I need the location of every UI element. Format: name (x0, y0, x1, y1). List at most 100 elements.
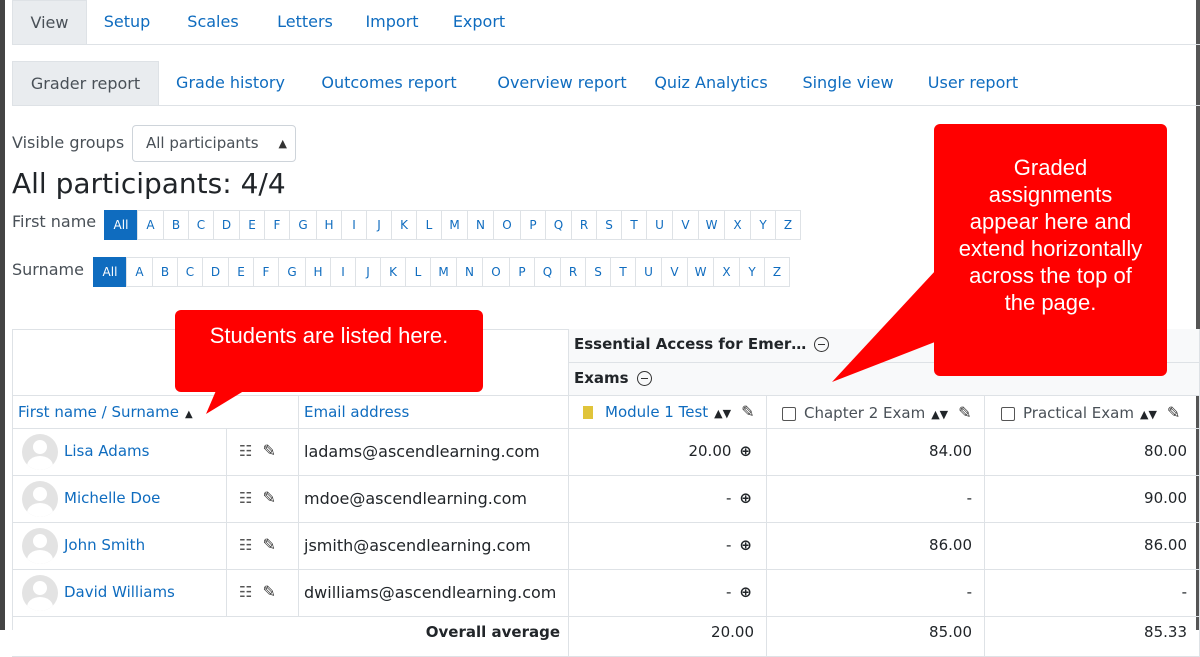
firstname-initial-h[interactable]: H (316, 210, 342, 240)
tab-quiz-analytics[interactable]: Quiz Analytics (648, 61, 774, 105)
firstname-initial-u[interactable]: U (646, 210, 673, 240)
tab-overview-report[interactable]: Overview report (484, 61, 640, 105)
firstname-initial-g[interactable]: G (289, 210, 317, 240)
student-name-link[interactable]: David Williams (64, 583, 175, 601)
firstname-initial-x[interactable]: X (724, 210, 751, 240)
surname-initial-a[interactable]: A (126, 257, 153, 287)
firstname-initial-o[interactable]: O (493, 210, 521, 240)
sort-icon[interactable]: ▲▼ (714, 407, 731, 420)
grade-cell[interactable]: - (767, 570, 985, 617)
surname-initial-m[interactable]: M (430, 257, 457, 287)
firstname-initial-r[interactable]: R (571, 210, 597, 240)
surname-initial-h[interactable]: H (305, 257, 331, 287)
surname-initial-k[interactable]: K (380, 257, 406, 287)
firstname-initial-z[interactable]: Z (775, 210, 801, 240)
edit-icon[interactable]: ✎ (958, 403, 971, 422)
grade-cell[interactable]: - (767, 476, 985, 523)
firstname-initial-l[interactable]: L (416, 210, 442, 240)
tab-grade-history[interactable]: Grade history (167, 61, 294, 105)
firstname-initial-k[interactable]: K (391, 210, 417, 240)
firstname-initial-n[interactable]: N (467, 210, 494, 240)
grade-cell[interactable]: 86.00 (767, 523, 985, 570)
tab-single-view[interactable]: Single view (796, 61, 900, 105)
surname-initial-s[interactable]: S (585, 257, 611, 287)
surname-initial-all[interactable]: All (93, 257, 127, 287)
grade-cell[interactable]: - (985, 570, 1200, 617)
grade-cell[interactable]: 86.00 (985, 523, 1200, 570)
surname-initial-g[interactable]: G (278, 257, 306, 287)
grade-analysis-icon[interactable]: ⊕ (739, 583, 752, 601)
surname-initial-c[interactable]: C (177, 257, 203, 287)
user-report-book-icon[interactable]: ☷ (239, 489, 252, 507)
student-name-link[interactable]: Lisa Adams (64, 442, 149, 460)
tab-setup[interactable]: Setup (92, 0, 162, 44)
grade-cell[interactable]: - ⊕ (569, 476, 767, 523)
grade-analysis-icon[interactable]: ⊕ (739, 442, 752, 460)
grade-cell[interactable]: 90.00 (985, 476, 1200, 523)
tab-export[interactable]: Export (444, 0, 514, 44)
student-name-link[interactable]: Michelle Doe (64, 489, 160, 507)
grade-analysis-icon[interactable]: ⊕ (739, 489, 752, 507)
surname-initial-y[interactable]: Y (739, 257, 765, 287)
edit-user-icon[interactable]: ✎ (262, 441, 275, 460)
surname-initial-j[interactable]: J (355, 257, 381, 287)
firstname-initial-w[interactable]: W (698, 210, 725, 240)
tab-grader-report[interactable]: Grader report (12, 61, 159, 105)
sort-icon[interactable]: ▲▼ (931, 408, 948, 421)
firstname-initial-p[interactable]: P (520, 210, 546, 240)
tab-import[interactable]: Import (354, 0, 430, 44)
user-report-book-icon[interactable]: ☷ (239, 536, 252, 554)
sort-icon[interactable]: ▲▼ (1140, 408, 1157, 421)
surname-initial-x[interactable]: X (713, 257, 740, 287)
grade-cell[interactable]: 84.00 (767, 429, 985, 476)
surname-initial-w[interactable]: W (687, 257, 714, 287)
edit-icon[interactable]: ✎ (1167, 403, 1180, 422)
surname-initial-n[interactable]: N (456, 257, 483, 287)
surname-initial-t[interactable]: T (610, 257, 636, 287)
tab-outcomes-report[interactable]: Outcomes report (310, 61, 468, 105)
grade-cell[interactable]: - ⊕ (569, 570, 767, 617)
firstname-initial-i[interactable]: I (341, 210, 367, 240)
user-report-book-icon[interactable]: ☷ (239, 442, 252, 460)
edit-user-icon[interactable]: ✎ (262, 582, 275, 601)
checkbox-icon[interactable] (1001, 406, 1015, 421)
firstname-initial-v[interactable]: V (672, 210, 699, 240)
grade-cell[interactable]: - ⊕ (569, 523, 767, 570)
surname-initial-p[interactable]: P (509, 257, 535, 287)
grade-analysis-icon[interactable]: ⊕ (739, 536, 752, 554)
firstname-initial-m[interactable]: M (441, 210, 468, 240)
firstname-initial-s[interactable]: S (596, 210, 622, 240)
surname-initial-r[interactable]: R (560, 257, 586, 287)
tab-scales[interactable]: Scales (177, 0, 249, 44)
surname-initial-q[interactable]: Q (534, 257, 561, 287)
surname-initial-z[interactable]: Z (764, 257, 790, 287)
firstname-initial-b[interactable]: B (163, 210, 189, 240)
firstname-initial-c[interactable]: C (188, 210, 214, 240)
tab-view[interactable]: View (12, 0, 87, 44)
item-link-module1[interactable]: Module 1 Test (605, 403, 708, 421)
collapse-subcategory-icon[interactable] (636, 371, 652, 386)
firstname-initial-f[interactable]: F (264, 210, 290, 240)
firstname-initial-a[interactable]: A (137, 210, 164, 240)
surname-initial-e[interactable]: E (228, 257, 254, 287)
sort-by-name-link[interactable]: First name / Surname (18, 403, 179, 421)
grade-cell[interactable]: 80.00 (985, 429, 1200, 476)
surname-initial-o[interactable]: O (482, 257, 510, 287)
surname-initial-v[interactable]: V (661, 257, 688, 287)
tab-user-report[interactable]: User report (920, 61, 1026, 105)
surname-initial-d[interactable]: D (202, 257, 229, 287)
user-report-book-icon[interactable]: ☷ (239, 583, 252, 601)
firstname-initial-all[interactable]: All (104, 210, 138, 240)
surname-initial-f[interactable]: F (253, 257, 279, 287)
visible-groups-select[interactable]: All participants ▲ (132, 125, 296, 162)
sort-by-email-link[interactable]: Email address (304, 403, 409, 421)
firstname-initial-y[interactable]: Y (750, 210, 776, 240)
surname-initial-b[interactable]: B (152, 257, 178, 287)
tab-letters[interactable]: Letters (264, 0, 346, 44)
firstname-initial-e[interactable]: E (239, 210, 265, 240)
firstname-initial-t[interactable]: T (621, 210, 647, 240)
student-name-link[interactable]: John Smith (64, 536, 145, 554)
firstname-initial-j[interactable]: J (366, 210, 392, 240)
grade-cell[interactable]: 20.00 ⊕ (569, 429, 767, 476)
edit-icon[interactable]: ✎ (741, 402, 754, 421)
